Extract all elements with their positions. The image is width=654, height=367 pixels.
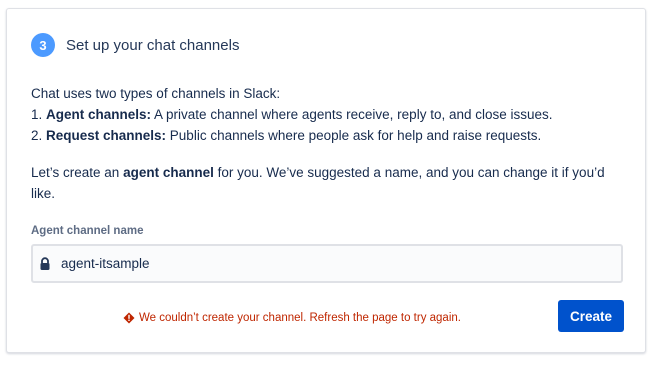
step-number-badge: 3 xyxy=(31,33,55,57)
request-channels-term: Request channels: xyxy=(46,128,167,143)
intro-line: Chat uses two types of channels in Slack… xyxy=(31,86,281,101)
setup-card: 3 Set up your chat channels Chat uses tw… xyxy=(6,8,646,353)
lock-icon xyxy=(39,256,51,271)
error-text: We couldn’t create your channel. Refresh… xyxy=(139,312,461,324)
list-item-agent-channels: 1. Agent channels: A private channel whe… xyxy=(31,104,631,125)
channel-types-intro: Chat uses two types of channels in Slack… xyxy=(31,83,631,146)
suggestion-text: Let’s create an agent channel for you. W… xyxy=(31,162,631,204)
agent-channels-term: Agent channels: xyxy=(46,107,152,122)
request-channels-description: Public channels where people ask for hel… xyxy=(166,128,542,143)
create-button[interactable]: Create xyxy=(558,300,624,332)
list-item-request-channels: 2. Request channels: Public channels whe… xyxy=(31,125,631,146)
agent-channel-name-field[interactable] xyxy=(31,244,623,283)
agent-channels-description: A private channel where agents receive, … xyxy=(151,107,553,122)
list-number: 1. xyxy=(31,107,47,122)
agent-channel-name-input[interactable] xyxy=(61,256,581,271)
card-title: Set up your chat channels xyxy=(66,36,240,54)
error-message: We couldn’t create your channel. Refresh… xyxy=(123,312,461,324)
card-header: 3 Set up your chat channels xyxy=(31,33,239,57)
error-icon xyxy=(123,312,135,324)
agent-channel-name-label: Agent channel name xyxy=(31,225,144,237)
agent-channel-term: agent channel xyxy=(123,165,214,180)
suggestion-pre: Let’s create an xyxy=(31,165,124,180)
list-number: 2. xyxy=(31,128,47,143)
